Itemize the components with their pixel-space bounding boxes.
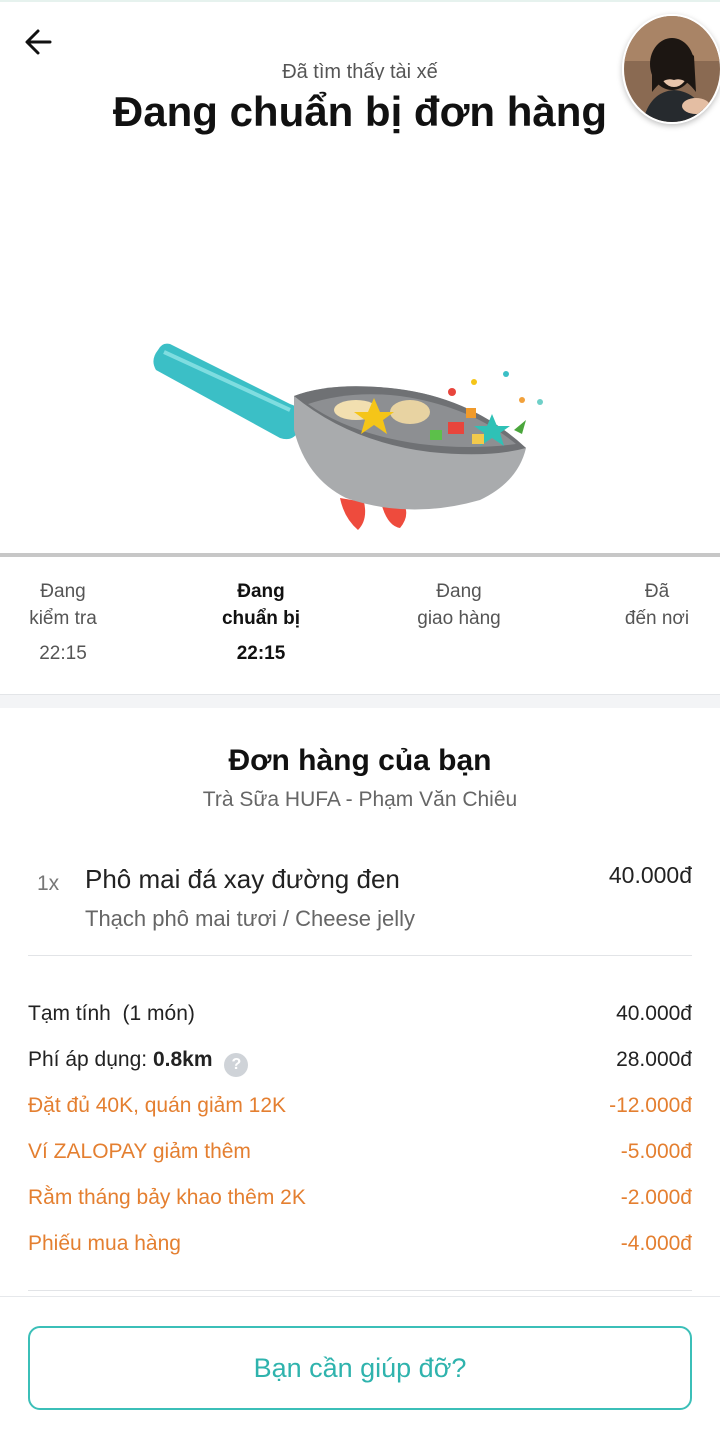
subtotal-value: 40.000đ	[616, 1002, 692, 1025]
status-subtitle: Đã tìm thấy tài xế	[0, 60, 720, 80]
discount-label: Đặt đủ 40K, quán giảm 12K	[28, 1094, 287, 1117]
step-label: kiểm tra	[29, 608, 97, 629]
order-item: 1x Phô mai đá xay đường đen Thạch phô ma…	[0, 862, 720, 942]
shop-name: Trà Sữa HUFA - Phạm Văn Chiêu	[202, 788, 518, 811]
discount-row: Phiếu mua hàng -4.000đ	[28, 1230, 692, 1276]
item-option: Thạch phô mai tươi / Cheese jelly	[85, 906, 415, 931]
section-divider	[0, 694, 720, 708]
fee-label: Phí áp dụng:	[28, 1048, 148, 1071]
discount-value: -5.000đ	[620, 1140, 692, 1163]
item-name: Phô mai đá xay đường đen	[85, 864, 400, 894]
fee-distance: 0.8km	[152, 1048, 213, 1071]
discount-value: -4.000đ	[620, 1232, 692, 1255]
discount-label: Rằm tháng bảy khao thêm 2K	[28, 1186, 306, 1209]
subtotal-label: Tạm tính (1 món)	[28, 1002, 195, 1025]
fee-label-group: Phí áp dụng: 0.8km ?	[28, 1048, 249, 1077]
page-title: Đang chuẩn bị đơn hàng	[112, 88, 608, 135]
step-label: Đang	[436, 581, 482, 602]
step-label: giao hàng	[417, 608, 501, 629]
back-button[interactable]	[16, 20, 60, 64]
step-label: Đang	[40, 581, 86, 602]
item-quantity: 1x	[37, 872, 60, 895]
discount-row: Rằm tháng bảy khao thêm 2K -2.000đ	[28, 1184, 692, 1230]
status-subtitle-text: Đã tìm thấy tài xế	[282, 61, 438, 80]
step-arrived: Đã đến nơi	[610, 578, 704, 632]
help-button[interactable]: Bạn cần giúp đỡ?	[28, 1326, 692, 1410]
discount-value: -2.000đ	[620, 1186, 692, 1209]
step-label: đến nơi	[624, 608, 690, 629]
fee-value: 28.000đ	[616, 1048, 692, 1071]
step-label: chuẩn bị	[221, 608, 301, 629]
discount-label: Ví ZALOPAY giảm thêm	[28, 1140, 251, 1163]
fee-row: Phí áp dụng: 0.8km ? 28.000đ	[28, 1046, 692, 1092]
top-divider	[0, 0, 720, 2]
step-preparing: Đang chuẩn bị 22:15	[208, 578, 314, 667]
step-label: Đã	[644, 581, 670, 602]
item-separator	[28, 955, 692, 956]
ground-line	[0, 553, 720, 557]
frying-pan-illustration	[153, 343, 543, 530]
footer-divider	[0, 1296, 720, 1297]
back-arrow-icon	[25, 29, 52, 55]
discount-value: -12.000đ	[609, 1094, 692, 1117]
discount-row: Ví ZALOPAY giảm thêm -5.000đ	[28, 1138, 692, 1184]
summary-separator	[28, 1290, 692, 1291]
item-price: 40.000đ	[608, 862, 692, 888]
step-checking: Đang kiểm tra 22:15	[14, 578, 112, 667]
subtotal-row: Tạm tính (1 món) 40.000đ	[28, 1000, 692, 1046]
discount-row: Đặt đủ 40K, quán giảm 12K -12.000đ	[28, 1092, 692, 1138]
step-time: 22:15	[236, 643, 286, 664]
discount-label: Phiếu mua hàng	[28, 1232, 181, 1255]
order-summary: Tạm tính (1 món) 40.000đ Phí áp dụng: 0.…	[28, 1000, 692, 1276]
order-progress: Đang kiểm tra 22:15 Đang chuẩn bị 22:15 …	[0, 578, 720, 678]
step-delivering: Đang giao hàng	[404, 578, 514, 632]
help-icon[interactable]: ?	[224, 1053, 249, 1077]
order-title: Đơn hàng của bạn	[228, 744, 492, 777]
step-time: 22:15	[39, 643, 87, 664]
step-label: Đang	[237, 581, 285, 602]
